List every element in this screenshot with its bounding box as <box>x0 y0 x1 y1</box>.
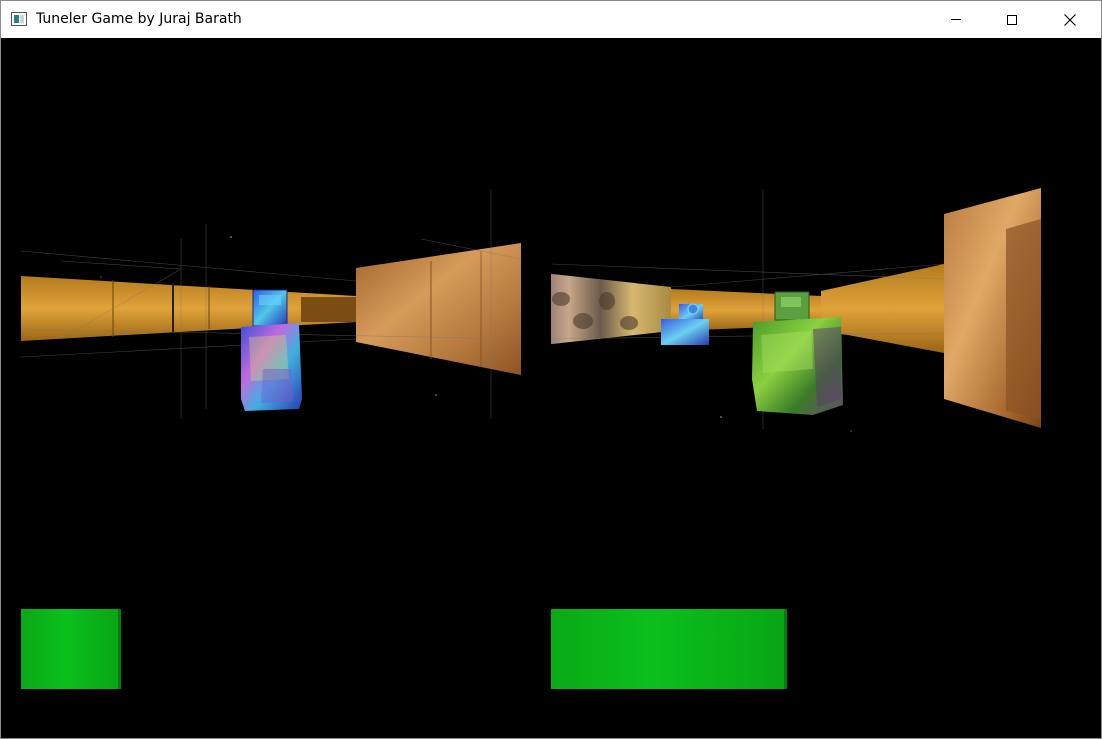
tunnel-wall <box>551 273 671 345</box>
game-window: Tuneler Game by Juraj Barath <box>0 0 1102 739</box>
app-icon <box>11 12 27 26</box>
tunnel-wall <box>356 243 521 375</box>
player1-energy-bar <box>21 609 121 689</box>
player2-energy-bar <box>551 609 787 689</box>
minimize-icon <box>951 19 961 20</box>
maximize-button[interactable] <box>989 1 1035 38</box>
title-bar[interactable]: Tuneler Game by Juraj Barath <box>1 1 1101 38</box>
close-button[interactable] <box>1047 1 1093 38</box>
player2-viewport <box>551 39 1101 738</box>
close-icon <box>1064 13 1076 26</box>
window-title: Tuneler Game by Juraj Barath <box>36 11 242 27</box>
player1-viewport <box>1 39 551 738</box>
minimize-button[interactable] <box>933 1 979 38</box>
maximize-icon <box>1007 14 1017 25</box>
tunnel-wall <box>301 297 356 322</box>
